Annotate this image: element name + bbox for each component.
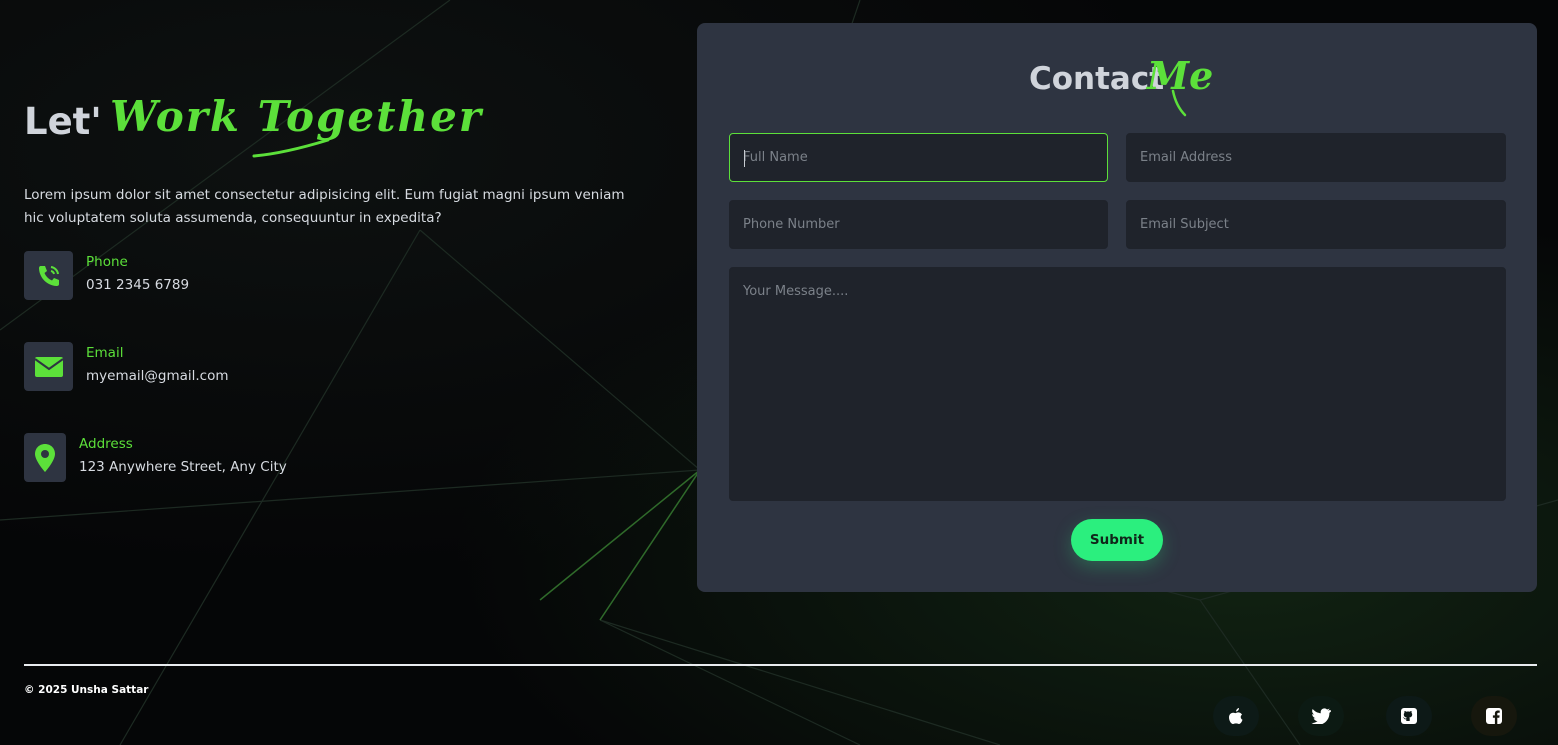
contact-phone-value: 031 2345 6789 (86, 277, 190, 293)
text-cursor (744, 150, 745, 167)
github-icon[interactable] (1386, 696, 1432, 736)
twitter-icon[interactable] (1298, 696, 1344, 736)
intro-section: Let' Work Together Lorem ipsum dolor sit… (24, 90, 644, 482)
contact-email: Email myemail@gmail.com (24, 342, 424, 392)
contact-address: Address 123 Anywhere Street, Any City (24, 433, 424, 483)
facebook-icon[interactable] (1471, 696, 1517, 736)
brush-swash (252, 138, 330, 158)
contact-address-value: 123 Anywhere Street, Any City (79, 459, 287, 475)
phone-icon (24, 251, 73, 300)
full-name-input[interactable] (729, 133, 1108, 182)
contact-form: Contact Me Submit (697, 23, 1537, 592)
contact-email-value: myemail@gmail.com (86, 368, 229, 384)
location-pin-icon (24, 433, 66, 482)
email-subject-input[interactable] (1126, 200, 1506, 249)
intro-description: Lorem ipsum dolor sit amet consectetur a… (24, 187, 625, 226)
phone-number-input[interactable] (729, 200, 1108, 249)
apple-icon[interactable] (1213, 696, 1259, 736)
headline-accent: Work Together (110, 92, 483, 141)
contact-phone: Phone 031 2345 6789 (24, 251, 424, 301)
contact-phone-label: Phone (86, 254, 128, 270)
envelope-icon (24, 342, 73, 391)
title-brush-swash (1171, 89, 1187, 117)
contact-address-label: Address (79, 436, 133, 452)
page-headline: Let' Work Together (24, 90, 644, 160)
email-address-input[interactable] (1126, 133, 1506, 182)
footer-divider (24, 664, 1537, 666)
form-title-plain: Contact (1029, 61, 1165, 97)
message-textarea[interactable] (729, 267, 1506, 501)
form-title: Contact Me (697, 53, 1537, 119)
copyright-text: © 2025 Unsha Sattar (24, 684, 149, 696)
submit-button[interactable]: Submit (1071, 519, 1163, 561)
contact-email-label: Email (86, 345, 124, 361)
headline-plain: Let' (24, 100, 102, 143)
